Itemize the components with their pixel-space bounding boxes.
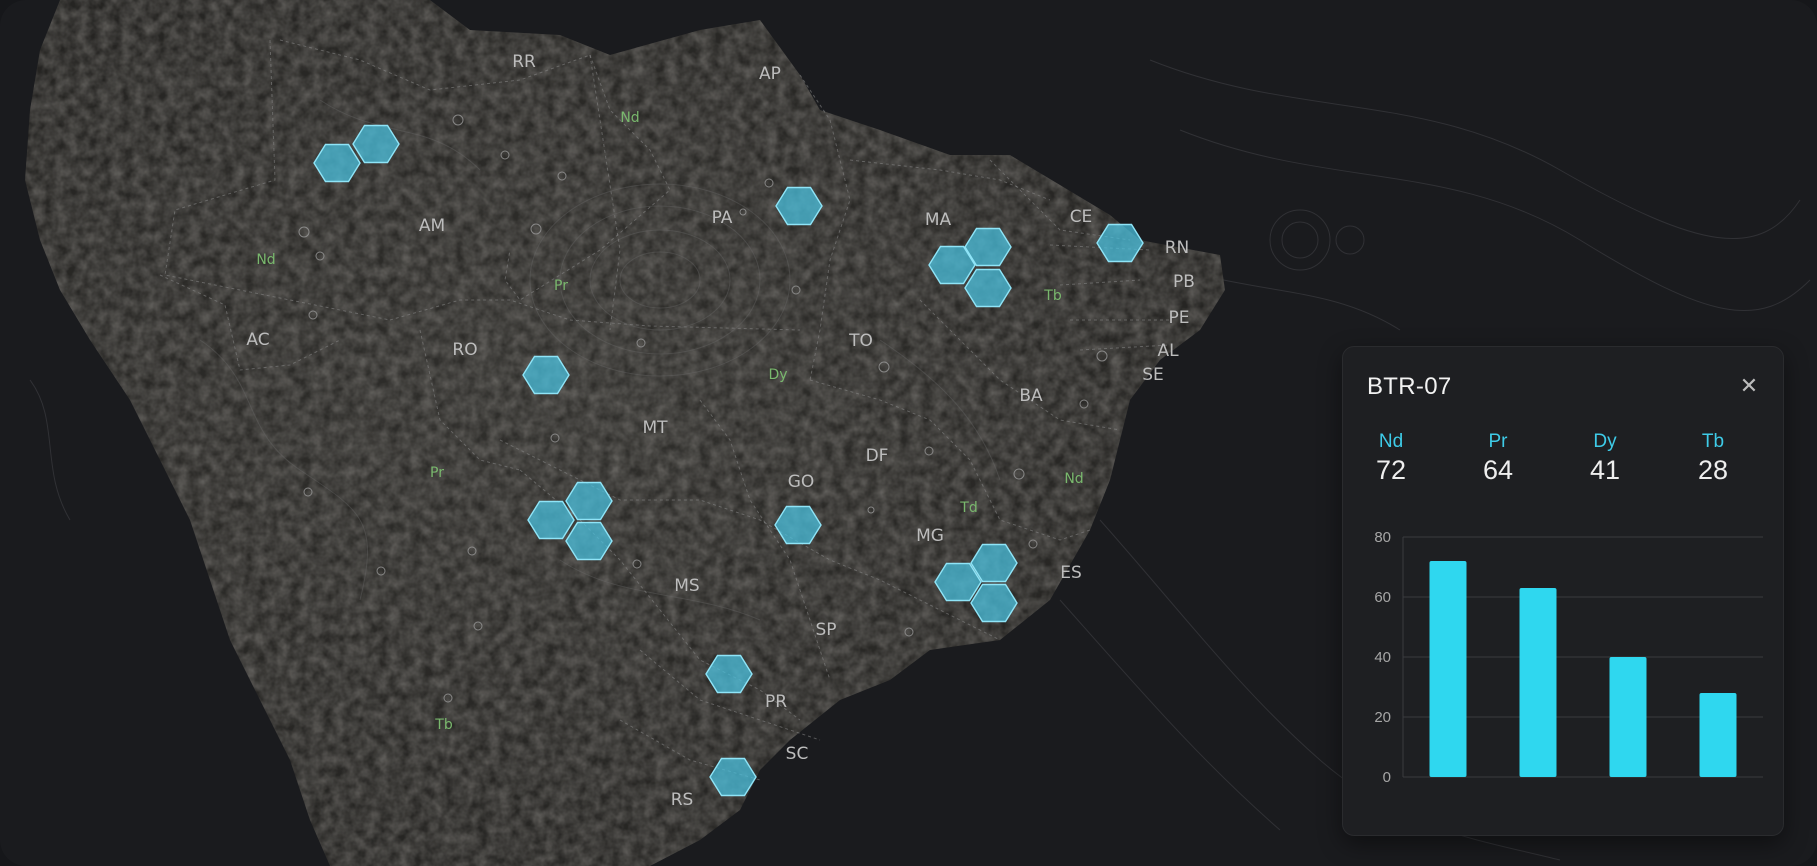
state-label-rs: RS	[671, 790, 694, 810]
bar-nd[interactable]	[1429, 561, 1467, 777]
state-label-ap: AP	[759, 64, 781, 84]
mineral-label: Tb	[1043, 288, 1062, 304]
state-label-pb: PB	[1173, 272, 1195, 292]
stat-nd: Nd 72	[1351, 431, 1431, 486]
stat-symbol: Tb	[1701, 431, 1725, 452]
mineral-label: Nd	[620, 110, 639, 126]
state-label-pa: PA	[712, 208, 733, 228]
state-label-rn: RN	[1165, 238, 1190, 258]
state-label-pr: PR	[765, 692, 787, 712]
bar-pr[interactable]	[1519, 588, 1557, 777]
y-tick-label: 0	[1383, 769, 1391, 786]
state-label-ac: AC	[246, 330, 269, 350]
panel-title: BTR-07	[1367, 373, 1452, 400]
stat-value: 72	[1375, 455, 1407, 485]
state-label-am: AM	[419, 216, 445, 236]
state-label-se: SE	[1142, 365, 1164, 385]
state-label-ce: CE	[1070, 207, 1093, 227]
state-label-df: DF	[866, 446, 889, 466]
state-label-mt: MT	[642, 418, 668, 438]
state-label-pe: PE	[1169, 308, 1190, 328]
stat-pr: Pr 64	[1458, 431, 1538, 486]
state-label-sp: SP	[815, 620, 836, 640]
y-tick-label: 60	[1374, 589, 1391, 606]
mineral-label: Tb	[434, 717, 453, 733]
stat-value: 64	[1482, 455, 1514, 485]
bar-dy[interactable]	[1609, 657, 1647, 777]
state-label-ro: RO	[452, 340, 477, 360]
mineral-label: Dy	[768, 367, 787, 383]
stat-value: 28	[1697, 455, 1729, 485]
y-tick-label: 20	[1374, 709, 1391, 726]
state-label-sc: SC	[786, 744, 809, 764]
deposit-detail-panel: BTR-07 ✕ Nd 72 Pr 64 Dy 41 Tb 28 80 60 40 2…	[1342, 346, 1784, 836]
y-tick-label: 80	[1374, 529, 1391, 546]
state-label-go: GO	[788, 472, 815, 492]
mineral-label: Nd	[1064, 471, 1083, 487]
mineral-label: Pr	[430, 465, 444, 481]
stat-dy: Dy 41	[1565, 431, 1645, 486]
state-label-al: AL	[1157, 341, 1179, 361]
stat-value: 41	[1589, 455, 1621, 485]
state-label-ms: MS	[674, 576, 699, 596]
state-label-mg: MG	[916, 526, 944, 546]
app-root: RR AP AM PA MA CE RN PB PE AL SE AC RO T…	[0, 0, 1817, 866]
bar-tb[interactable]	[1699, 693, 1737, 777]
stat-symbol: Nd	[1378, 431, 1404, 452]
y-tick-label: 40	[1374, 649, 1391, 666]
state-label-ma: MA	[925, 210, 952, 230]
state-label-to: TO	[848, 331, 873, 351]
deposit-bar-chart: 80 60 40 20 0	[1374, 529, 1763, 786]
mineral-label: Td	[959, 500, 977, 516]
mineral-label: Pr	[554, 278, 568, 294]
state-label-rr: RR	[512, 52, 536, 72]
stat-tb: Tb 28	[1673, 431, 1753, 486]
state-label-es: ES	[1060, 563, 1082, 583]
stat-symbol: Dy	[1593, 431, 1617, 452]
state-label-ba: BA	[1019, 386, 1043, 406]
land-mass	[25, 0, 1225, 866]
stat-symbol: Pr	[1488, 431, 1508, 452]
mineral-label: Nd	[256, 252, 275, 268]
close-icon[interactable]: ✕	[1735, 373, 1763, 401]
